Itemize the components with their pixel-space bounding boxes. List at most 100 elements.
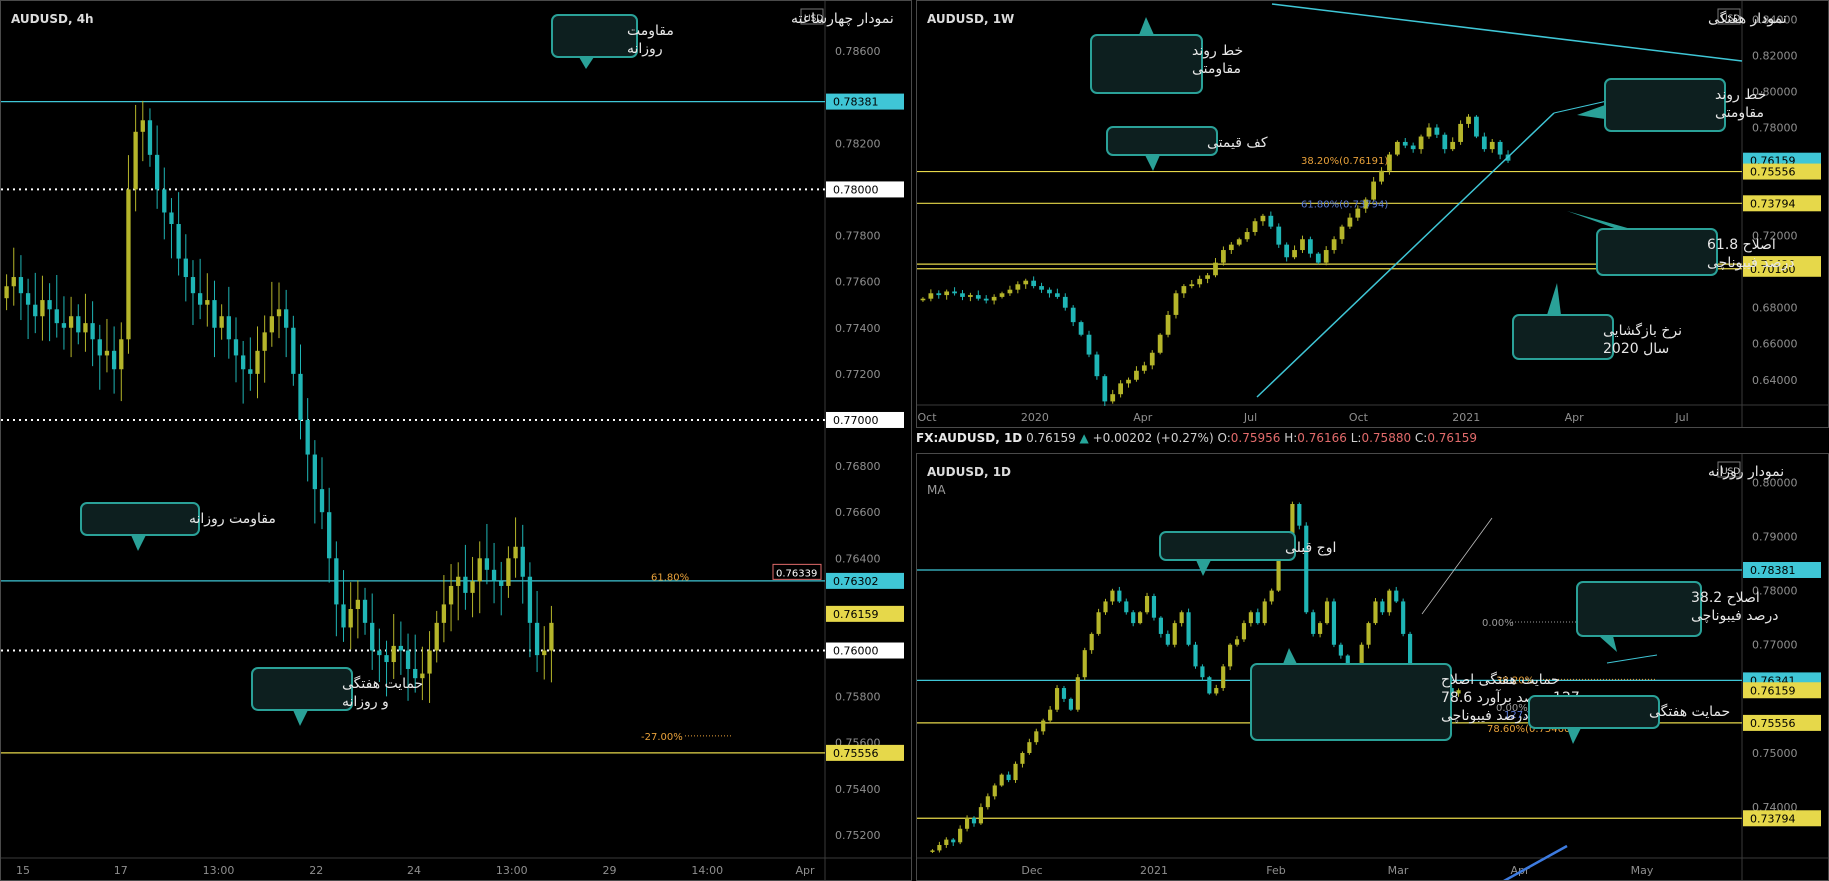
callout-0-text: مقاومت [627,23,674,39]
callout-2: حمایت هفتگی و روزانه [251,667,423,726]
candle-body [1015,284,1021,290]
candle-body [434,622,439,651]
candle-body [1308,239,1313,254]
open-value: 0.75956 [1230,431,1281,445]
candle-body [427,650,432,674]
callout-3-text: اصلاح 61.8 [1707,237,1776,253]
candle-body [1078,322,1084,335]
trend-line [1606,654,1658,664]
time-tick-label: 2020 [1021,411,1049,424]
callout-3-text: درصد فیبوناچی [1707,255,1795,271]
candle-body [1144,596,1150,613]
candle-body [534,622,540,656]
candle-body [284,309,289,328]
candle-body [1086,334,1092,355]
candle-body [1048,709,1053,721]
candle-body [341,604,346,628]
candle-body [312,454,317,490]
h4-chart-panel[interactable]: 0.78600 0.78200 0.77800 0.77600 0.77400 0.772… [0,0,912,881]
price-tick-label: 0.77600 [835,276,881,289]
weekly-chart[interactable]: 0.840000.820000.800000.780000.720000.680… [917,1,1828,427]
daily-chart-panel[interactable]: 0.80000 0.79000 0.78000 0.77000 0.75000 0.740… [916,453,1829,881]
candle-body [991,296,997,301]
callout-1: اصلاح 38.2 درصد فیبوناچی [1576,581,1779,652]
candle-body [262,332,267,351]
candle-body [964,817,970,829]
candle-body [470,581,475,593]
candle-body [1366,623,1371,645]
candle-body [542,650,547,656]
candle-body [1110,394,1116,402]
callout-0-text: روزانه [627,41,663,57]
candle-body [405,650,411,669]
candle-body [1124,601,1129,613]
candle-body [1394,141,1400,155]
candle-body [348,609,353,628]
callout-4-text: سال 2020 [1603,341,1669,357]
symbol-label: AUDUSD, 1D [927,465,1011,479]
candle-body [183,258,188,278]
candle-body [1228,244,1234,251]
time-tick-label: Mar [1388,864,1409,877]
candle-body [527,576,533,623]
candle-body [1474,116,1479,137]
time-tick-label: 13:00 [496,864,528,877]
candle-body [937,845,942,851]
candle-body [456,576,461,586]
time-tick-label: 17 [114,864,128,877]
candle-body [1089,633,1094,651]
candle-body [377,650,382,656]
candle-body [140,120,145,132]
candle-body [1401,601,1406,634]
time-tick-label: May [1631,864,1654,877]
high-value: 0.76166 [1297,431,1347,445]
candle-body [1324,601,1330,624]
callout-0: خط روند مقاومتی [1090,17,1243,94]
candle-body [334,558,339,605]
change-value: +0.00202 (+0.27%) [1092,431,1214,445]
time-tick-label: Apr [1565,411,1585,424]
h4-chart[interactable]: 0.78600 0.78200 0.77800 0.77600 0.77400 0.772… [1,1,911,880]
candle-body [1268,215,1274,227]
candle-body [391,645,396,663]
candle-body [1331,239,1337,251]
time-tick-label: 15 [16,864,30,877]
candle-body [1151,596,1157,618]
candle-body [276,309,282,317]
callout-2-text: و روزانه [342,694,389,710]
price-tag-label: 0.75556 [1750,166,1796,179]
price-tag-label: 0.73794 [1750,197,1796,210]
candle-body [1179,612,1184,624]
candle-body [119,339,124,370]
candle-body [1255,612,1260,624]
candle-body [11,277,16,287]
candle-body [111,350,117,370]
candle-body [1149,352,1155,366]
candle-body [1221,666,1226,689]
candle-body [33,304,38,317]
candle-body [68,316,74,328]
candle-body [499,581,504,586]
callout-1: مقاومت روزانه [80,502,276,551]
time-tick-label: 14:00 [691,864,723,877]
price-tick-label: 0.79000 [1752,530,1798,543]
candle-body [1138,612,1143,624]
candle-body [930,850,935,852]
time-tick-label: Jul [1674,411,1688,424]
time-tick-label: Feb [1266,864,1285,877]
weekly-chart-panel[interactable]: 0.84000 0.82000 0.80000 0.78000 0.72000 0.680… [916,0,1829,428]
candle-body [1157,334,1163,353]
candle-body [1276,226,1282,245]
candle-body [1200,666,1205,678]
price-tick-label: 0.78000 [1752,122,1798,135]
candle-body [1117,590,1122,602]
candle-body [928,293,934,299]
candle-body [1347,217,1353,227]
candle-body [176,224,181,259]
candle-body [1102,376,1108,402]
callout-1-text: مقاومت روزانه [189,511,276,527]
candle-body [1318,623,1323,634]
daily-chart[interactable]: 0.800000.790000.780000.770000.750000.740… [917,454,1828,880]
candle-body [1315,253,1321,263]
time-tick-label: 13:00 [203,864,235,877]
